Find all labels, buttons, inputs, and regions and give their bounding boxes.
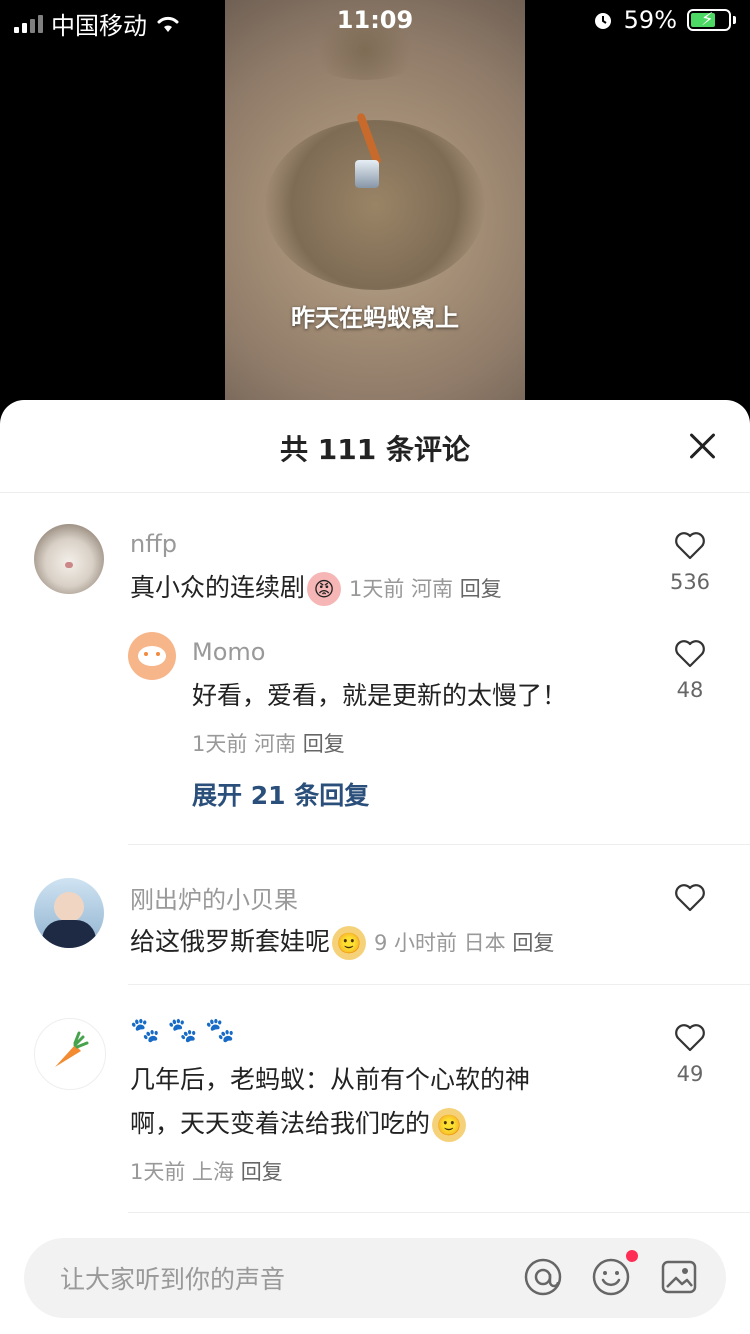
comments-sheet: 共 111 条评论 nffp 真小众的连续剧 😡 1天前 河南 回复 536 M… [0,400,750,1334]
like-button[interactable]: 536 [660,528,720,594]
comment-input[interactable]: 让大家听到你的声音 [24,1238,726,1318]
at-icon [524,1258,562,1296]
comment-username[interactable]: 刚出炉的小贝果 [130,880,298,915]
emoji-button[interactable] [590,1250,638,1298]
mention-button[interactable] [522,1256,564,1298]
comment-meta: 1天前 上海 [130,1160,235,1184]
comment-meta: 1天前 河南 [348,577,454,601]
heart-icon [675,884,705,912]
comments-title: 共 111 条评论 [280,433,470,466]
image-icon [661,1260,697,1294]
comment-input-placeholder: 让大家听到你的声音 [60,1265,286,1294]
carrot-icon [55,1031,89,1067]
comment-text: 给这俄罗斯套娃呢 🙂 9 小时前 日本 回复 [130,920,554,965]
reply-meta: 1天前 河南 [192,732,297,756]
avatar[interactable] [34,524,104,594]
like-count: 49 [676,1062,704,1086]
video-player[interactable]: 昨天在蚂蚁窝上 [225,0,525,400]
reply-button[interactable]: 回复 [241,1160,283,1184]
reply-username[interactable]: Momo [192,638,265,666]
expand-replies-button[interactable]: 展开 21 条回复 [192,776,369,812]
battery-percent: 59% [623,6,677,34]
video-caption: 昨天在蚂蚁窝上 [291,304,459,332]
heart-icon [675,1024,705,1052]
comment-text: 真小众的连续剧 😡 1天前 河南 回复 [130,566,502,611]
smiling-face-emoji-icon: 🙂 [332,926,367,960]
reply-text: 好看，爱看，就是更新的太慢了！ [192,681,568,710]
avatar[interactable] [34,1018,106,1090]
reply-button[interactable]: 回复 [303,732,345,756]
divider [128,844,750,845]
smile-icon [592,1258,630,1296]
comment-meta: 9 小时前 日本 [373,931,506,955]
reply-button[interactable]: 回复 [512,931,554,955]
battery-icon: ⚡ [687,9,731,31]
avatar[interactable] [128,632,176,680]
heart-icon [675,640,705,668]
like-button[interactable]: 49 [660,1020,720,1086]
comment-text-line1: 几年后，老蚂蚁：从前有个心软的神 [130,1065,531,1094]
comment-username[interactable]: nffp [130,530,177,558]
status-bar: 中国移动 11:09 59% ⚡ [0,0,750,40]
heart-icon [675,532,705,560]
close-button[interactable] [688,432,716,460]
comment-meta-row: 1天前 上海 回复 [130,1156,283,1186]
comment-text-line2: 啊，天天变着法给我们吃的 🙂 [130,1102,467,1146]
like-count: 48 [676,678,704,702]
comments-header: 共 111 条评论 [0,400,750,493]
divider [128,984,750,985]
like-count: 536 [669,570,711,594]
reply-meta-row: 1天前 河南 回复 [192,728,345,758]
notification-dot [626,1250,638,1262]
alarm-icon [594,13,611,29]
smiling-face-emoji-icon: 🙂 [432,1108,467,1142]
avatar[interactable] [34,878,104,948]
divider [128,1212,750,1213]
image-button[interactable] [658,1256,700,1298]
reply-button[interactable]: 回复 [460,577,502,601]
comment-username[interactable]: 🐾 🐾 🐾 [130,1016,235,1044]
like-button[interactable]: 48 [660,636,720,702]
like-button[interactable] [660,880,720,922]
angry-face-emoji-icon: 😡 [307,572,342,606]
